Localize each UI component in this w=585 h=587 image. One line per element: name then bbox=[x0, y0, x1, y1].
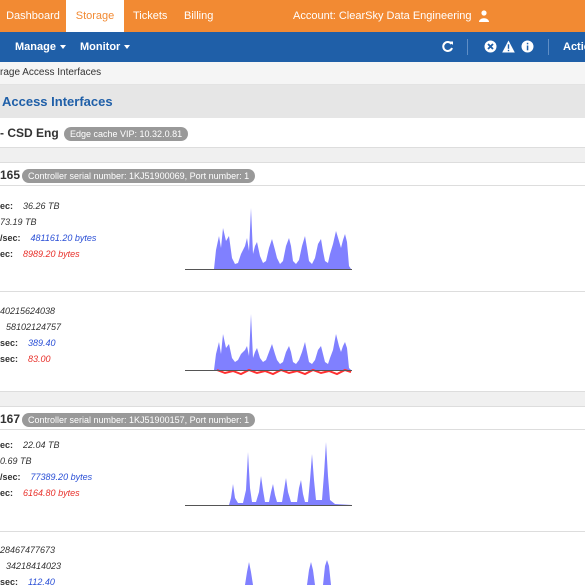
tab-billing[interactable]: Billing bbox=[184, 0, 224, 32]
stat-row: ec: 36.26 TB bbox=[0, 201, 60, 211]
page-title: Access Interfaces bbox=[2, 94, 113, 109]
user-icon[interactable] bbox=[479, 10, 489, 22]
stat-row: sec: 112.40 bbox=[0, 577, 55, 587]
sparkline-fill bbox=[323, 560, 331, 585]
ops-sparkline bbox=[245, 560, 331, 585]
warning-icon[interactable] bbox=[502, 40, 515, 53]
sparkline-fill bbox=[307, 562, 315, 585]
stat-row: sec: 83.00 bbox=[0, 354, 51, 364]
stat-row: ec: 22.04 TB bbox=[0, 440, 60, 450]
page-header: Access Interfaces bbox=[0, 85, 585, 118]
account-label[interactable]: Account: ClearSky Data Engineering bbox=[293, 0, 472, 32]
tab-storage[interactable]: Storage bbox=[66, 0, 124, 32]
sparkline-fill bbox=[185, 314, 351, 370]
stat-row: 73.19 TB bbox=[0, 217, 37, 227]
bytes-stats-block: ec: 22.04 TB 0.69 TB /sec: 77389.20 byte… bbox=[0, 430, 585, 532]
stat-row: 28467477673 bbox=[0, 545, 56, 555]
controller-badge: Controller serial number: 1KJ51900157, P… bbox=[22, 413, 256, 427]
chevron-down-icon bbox=[124, 45, 131, 50]
stat-row: 40215624038 bbox=[0, 306, 56, 316]
sparkline-fill bbox=[185, 208, 351, 269]
stat-row: sec: 389.40 bbox=[0, 338, 56, 348]
nav-bar: Manage Monitor Actio bbox=[0, 32, 585, 62]
nav-divider bbox=[548, 39, 549, 55]
group-header: - CSD Eng Edge cache VIP: 10.32.0.81 bbox=[0, 118, 585, 148]
vip-badge: Edge cache VIP: 10.32.0.81 bbox=[64, 127, 189, 141]
ops-stats-block: 28467477673 34218414023 sec: 112.40 bbox=[0, 532, 585, 587]
stat-row: 58102124757 bbox=[6, 322, 62, 332]
actions-menu[interactable]: Actio bbox=[563, 32, 585, 62]
port-header: 165 Controller serial number: 1KJ5190006… bbox=[0, 162, 585, 186]
chevron-down-icon bbox=[59, 45, 66, 50]
sparkline-fill bbox=[245, 562, 253, 585]
bytes-stats-block: ec: 36.26 TB 73.19 TB /sec: 481161.20 by… bbox=[0, 186, 585, 292]
info-icon[interactable] bbox=[521, 40, 534, 53]
monitor-menu[interactable]: Monitor bbox=[80, 32, 131, 62]
group-name: - CSD Eng bbox=[0, 126, 59, 140]
stat-row: ec: 8989.20 bytes bbox=[0, 249, 80, 259]
breadcrumb-current: rage Access Interfaces bbox=[0, 67, 102, 78]
ops-sparkline bbox=[185, 314, 352, 376]
tab-tickets[interactable]: Tickets bbox=[133, 0, 173, 32]
close-circle-icon[interactable] bbox=[484, 40, 497, 53]
manage-menu[interactable]: Manage bbox=[15, 32, 66, 62]
section-gap bbox=[0, 392, 585, 406]
nav-divider bbox=[467, 39, 468, 55]
tab-dashboard[interactable]: Dashboard bbox=[0, 0, 66, 32]
manage-menu-label: Manage bbox=[15, 41, 56, 53]
monitor-menu-label: Monitor bbox=[80, 41, 121, 53]
stat-row: /sec: 77389.20 bytes bbox=[0, 472, 93, 482]
refresh-icon[interactable] bbox=[441, 40, 454, 53]
port-header: 167 Controller serial number: 1KJ5190015… bbox=[0, 406, 585, 430]
throughput-sparkline bbox=[185, 208, 352, 270]
ops-stats-block: 40215624038 58102124757 sec: 389.40 sec:… bbox=[0, 292, 585, 392]
stat-row: ec: 6164.80 bytes bbox=[0, 488, 80, 498]
sparkline-fill bbox=[185, 442, 352, 505]
stat-row: 34218414023 bbox=[6, 561, 62, 571]
throughput-sparkline bbox=[185, 442, 352, 506]
breadcrumb: rage Access Interfaces bbox=[0, 62, 585, 85]
stat-row: 0.69 TB bbox=[0, 456, 32, 466]
top-bar: Dashboard Storage Tickets Billing Accoun… bbox=[0, 0, 585, 32]
controller-badge: Controller serial number: 1KJ51900069, P… bbox=[22, 169, 256, 183]
port-name: 165 bbox=[0, 168, 21, 182]
section-gap bbox=[0, 148, 585, 162]
stat-row: /sec: 481161.20 bytes bbox=[0, 233, 97, 243]
port-name: 167 bbox=[0, 412, 21, 426]
